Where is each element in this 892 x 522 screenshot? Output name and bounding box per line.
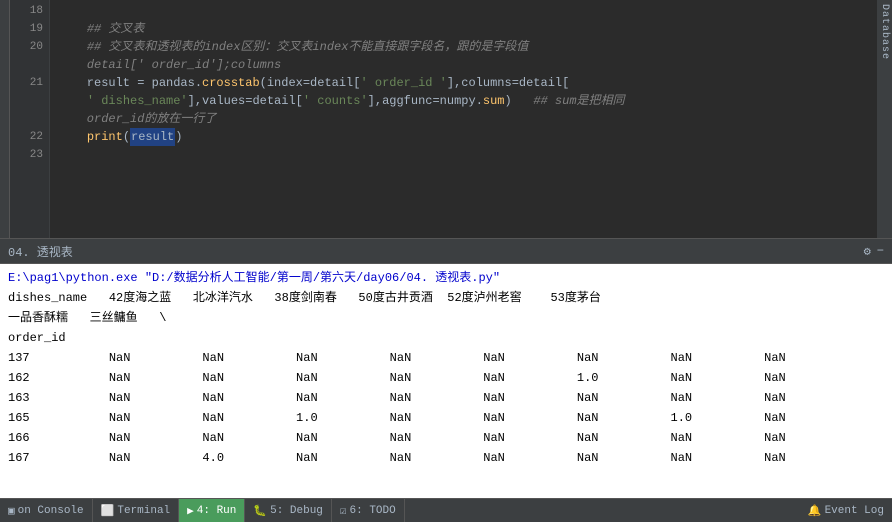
line-num-19: 19 bbox=[10, 20, 43, 38]
code-line-19: ## 交叉表 bbox=[58, 20, 884, 38]
console-section[interactable]: E:\pag1\python.exe "D:/数据分析人工智能/第一周/第六天/… bbox=[0, 264, 892, 498]
code-line-23 bbox=[58, 146, 884, 164]
debug-icon: 🐛 bbox=[253, 504, 267, 518]
event-log-item[interactable]: 🔔 Event Log bbox=[800, 499, 892, 522]
debug-status-item[interactable]: 🐛 5: Debug bbox=[245, 499, 332, 522]
row-163: 163 NaN NaN NaN NaN NaN NaN NaN NaN bbox=[8, 388, 786, 408]
code-line-18 bbox=[58, 2, 884, 20]
console-header-line2: 一品香酥糯 三丝鳙鱼 \ bbox=[8, 308, 884, 328]
console-header2: 一品香酥糯 三丝鳙鱼 \ bbox=[8, 308, 166, 328]
editor-container: 18 19 20 21 22 23 ## 交叉表 ## 交叉表和透视表的inde… bbox=[0, 0, 892, 522]
console-row-163: 163 NaN NaN NaN NaN NaN NaN NaN NaN bbox=[8, 388, 884, 408]
code-content[interactable]: ## 交叉表 ## 交叉表和透视表的index区别：交叉表index不能直接跟字… bbox=[50, 0, 892, 238]
line-num-20: 20 bbox=[10, 38, 43, 56]
row-162: 162 NaN NaN NaN NaN NaN 1.0 NaN NaN bbox=[8, 368, 786, 388]
terminal-icon: ⬜ bbox=[101, 504, 115, 518]
code-line-22: print(result) bbox=[58, 128, 884, 146]
todo-icon: ☑ bbox=[340, 504, 347, 518]
row-166: 166 NaN NaN NaN NaN NaN NaN NaN NaN bbox=[8, 428, 786, 448]
row-137: 137 NaN NaN NaN NaN NaN NaN NaN NaN bbox=[8, 348, 786, 368]
console-status-item[interactable]: ▣ on Console bbox=[0, 499, 93, 522]
code-line-20: ## 交叉表和透视表的index区别：交叉表index不能直接跟字段名，跟的是字… bbox=[58, 38, 884, 56]
right-sidebar[interactable]: Database bbox=[877, 0, 892, 238]
code-line-21c: order_id的放在一行了 bbox=[58, 110, 884, 128]
todo-label: 6: TODO bbox=[350, 505, 396, 517]
order-id-label: order_id bbox=[8, 328, 66, 348]
line-num-21c bbox=[10, 110, 43, 128]
console-path-line: E:\pag1\python.exe "D:/数据分析人工智能/第一周/第六天/… bbox=[8, 268, 884, 288]
row-167: 167 NaN 4.0 NaN NaN NaN NaN NaN NaN bbox=[8, 448, 786, 468]
run-icon: ▶ bbox=[187, 504, 194, 518]
console-row-137: 137 NaN NaN NaN NaN NaN NaN NaN NaN bbox=[8, 348, 884, 368]
toolbar-icons: ⚙ − bbox=[864, 244, 884, 259]
run-label: 4: Run bbox=[197, 505, 237, 517]
line-num-18: 18 bbox=[10, 2, 43, 20]
line-num-20b bbox=[10, 56, 43, 74]
minus-icon[interactable]: − bbox=[877, 244, 884, 258]
debug-label: 5: Debug bbox=[270, 505, 323, 517]
database-label: Database bbox=[879, 4, 890, 60]
left-sidebar bbox=[0, 0, 10, 238]
console-row-167: 167 NaN 4.0 NaN NaN NaN NaN NaN NaN bbox=[8, 448, 884, 468]
console-header-line1: dishes_name 42度海之蓝 北冰洋汽水 38度剑南春 50度古井贡酒 … bbox=[8, 288, 884, 308]
code-line-21b: ' dishes_name'],values=detail[' counts']… bbox=[58, 92, 884, 110]
row-165: 165 NaN NaN 1.0 NaN NaN NaN 1.0 NaN bbox=[8, 408, 786, 428]
notification-icon: 🔔 bbox=[808, 504, 822, 518]
run-status-item[interactable]: ▶ 4: Run bbox=[179, 499, 245, 522]
event-log-label: Event Log bbox=[825, 505, 884, 517]
code-line-21: result = pandas.crosstab(index=detail[' … bbox=[58, 74, 884, 92]
settings-icon[interactable]: ⚙ bbox=[864, 244, 871, 259]
console-row-166: 166 NaN NaN NaN NaN NaN NaN NaN NaN bbox=[8, 428, 884, 448]
line-num-21: 21 bbox=[10, 74, 43, 92]
console-section-title: 04. 透视表 bbox=[8, 243, 73, 260]
console-header1: dishes_name 42度海之蓝 北冰洋汽水 38度剑南春 50度古井贡酒 … bbox=[8, 288, 601, 308]
console-row-165: 165 NaN NaN 1.0 NaN NaN NaN 1.0 NaN bbox=[8, 408, 884, 428]
line-num-21b bbox=[10, 92, 43, 110]
line-num-23: 23 bbox=[10, 146, 43, 164]
code-section: 18 19 20 21 22 23 ## 交叉表 ## 交叉表和透视表的inde… bbox=[0, 0, 892, 238]
console-path: E:\pag1\python.exe "D:/数据分析人工智能/第一周/第六天/… bbox=[8, 268, 500, 288]
todo-status-item[interactable]: ☑ 6: TODO bbox=[332, 499, 405, 522]
console-order-id-label: order_id bbox=[8, 328, 884, 348]
line-numbers: 18 19 20 21 22 23 bbox=[10, 0, 50, 238]
code-line-20b: detail[' order_id'];columns bbox=[58, 56, 884, 74]
console-status-label: on Console bbox=[18, 505, 84, 517]
line-num-22: 22 bbox=[10, 128, 43, 146]
terminal-status-item[interactable]: ⬜ Terminal bbox=[93, 499, 180, 522]
console-row-162: 162 NaN NaN NaN NaN NaN 1.0 NaN NaN bbox=[8, 368, 884, 388]
console-toolbar: 04. 透视表 ⚙ − bbox=[0, 238, 892, 264]
terminal-label: Terminal bbox=[117, 505, 170, 517]
console-icon: ▣ bbox=[8, 504, 15, 518]
status-bar: ▣ on Console ⬜ Terminal ▶ 4: Run 🐛 5: De… bbox=[0, 498, 892, 522]
